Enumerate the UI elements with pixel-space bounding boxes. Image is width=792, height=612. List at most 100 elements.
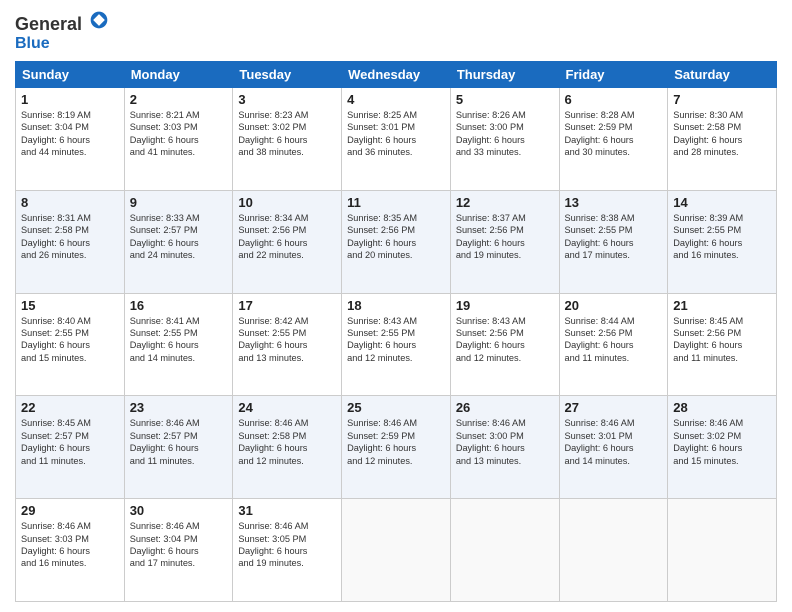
week-row-1: 1 Sunrise: 8:19 AMSunset: 3:04 PMDaylight… [16,88,777,191]
logo-blue: Blue [15,35,50,52]
day-number: 31 [238,503,336,518]
week-row-2: 8 Sunrise: 8:31 AMSunset: 2:58 PMDaylight… [16,190,777,293]
day-cell: 6 Sunrise: 8:28 AMSunset: 2:59 PMDaylight… [559,88,668,191]
day-content: Sunrise: 8:21 AMSunset: 3:03 PMDaylight:… [130,109,228,159]
page: General Blue SundayMondayTuesdayWednesda… [0,0,792,612]
day-content: Sunrise: 8:28 AMSunset: 2:59 PMDaylight:… [565,109,663,159]
day-content: Sunrise: 8:44 AMSunset: 2:56 PMDaylight:… [565,315,663,365]
day-content: Sunrise: 8:46 AMSunset: 3:05 PMDaylight:… [238,520,336,570]
day-cell: 23Sunrise: 8:46 AMSunset: 2:57 PMDayligh… [124,396,233,499]
day-header-saturday: Saturday [668,62,777,88]
day-cell: 5Sunrise: 8:26 AMSunset: 3:00 PMDaylight… [450,88,559,191]
calendar-table: SundayMondayTuesdayWednesdayThursdayFrid… [15,61,777,602]
day-cell: 27 Sunrise: 8:46 AMSunset: 3:01 PMDayligh… [559,396,668,499]
logo: General Blue [15,10,109,53]
day-content: Sunrise: 8:46 AMSunset: 3:01 PMDaylight:… [565,417,663,467]
day-cell [342,499,451,602]
day-number: 16 [130,298,228,313]
day-number: 27 [565,400,663,415]
day-header-friday: Friday [559,62,668,88]
day-content: Sunrise: 8:43 AMSunset: 2:56 PMDaylight:… [456,315,554,365]
day-number: 1 [21,92,119,107]
day-number: 22 [21,400,119,415]
day-cell: 8 Sunrise: 8:31 AMSunset: 2:58 PMDaylight… [16,190,125,293]
week-row-5: 29 Sunrise: 8:46 AMSunset: 3:03 PMDayligh… [16,499,777,602]
day-cell: 9 Sunrise: 8:33 AMSunset: 2:57 PMDaylight… [124,190,233,293]
day-content: Sunrise: 8:46 AMSunset: 2:58 PMDaylight:… [238,417,336,467]
logo-general: General [15,10,109,35]
day-cell: 12Sunrise: 8:37 AMSunset: 2:56 PMDayligh… [450,190,559,293]
day-cell: 17Sunrise: 8:42 AMSunset: 2:55 PMDayligh… [233,293,342,396]
day-number: 2 [130,92,228,107]
day-number: 10 [238,195,336,210]
day-cell: 30 Sunrise: 8:46 AMSunset: 3:04 PMDayligh… [124,499,233,602]
day-cell: 21 Sunrise: 8:45 AMSunset: 2:56 PMDayligh… [668,293,777,396]
day-number: 26 [456,400,554,415]
day-number: 6 [565,92,663,107]
day-number: 19 [456,298,554,313]
day-cell: 3 Sunrise: 8:23 AMSunset: 3:02 PMDaylight… [233,88,342,191]
day-number: 21 [673,298,771,313]
day-cell: 11 Sunrise: 8:35 AMSunset: 2:56 PMDayligh… [342,190,451,293]
day-number: 4 [347,92,445,107]
day-cell: 28Sunrise: 8:46 AMSunset: 3:02 PMDayligh… [668,396,777,499]
day-cell: 16 Sunrise: 8:41 AMSunset: 2:55 PMDayligh… [124,293,233,396]
day-content: Sunrise: 8:46 AMSunset: 3:04 PMDaylight:… [130,520,228,570]
day-cell: 4 Sunrise: 8:25 AMSunset: 3:01 PMDaylight… [342,88,451,191]
day-content: Sunrise: 8:46 AMSunset: 2:57 PMDaylight:… [130,417,228,467]
day-content: Sunrise: 8:46 AMSunset: 3:00 PMDaylight:… [456,417,554,467]
day-cell: 29 Sunrise: 8:46 AMSunset: 3:03 PMDayligh… [16,499,125,602]
day-cell: 31 Sunrise: 8:46 AMSunset: 3:05 PMDayligh… [233,499,342,602]
day-cell: 7 Sunrise: 8:30 AMSunset: 2:58 PMDaylight… [668,88,777,191]
day-header-monday: Monday [124,62,233,88]
day-number: 15 [21,298,119,313]
day-number: 11 [347,195,445,210]
day-content: Sunrise: 8:41 AMSunset: 2:55 PMDaylight:… [130,315,228,365]
day-number: 8 [21,195,119,210]
day-content: Sunrise: 8:46 AMSunset: 2:59 PMDaylight:… [347,417,445,467]
day-content: Sunrise: 8:40 AMSunset: 2:55 PMDaylight:… [21,315,119,365]
day-number: 17 [238,298,336,313]
day-content: Sunrise: 8:45 AMSunset: 2:57 PMDaylight:… [21,417,119,467]
day-header-thursday: Thursday [450,62,559,88]
day-content: Sunrise: 8:30 AMSunset: 2:58 PMDaylight:… [673,109,771,159]
day-cell: 18 Sunrise: 8:43 AMSunset: 2:55 PMDayligh… [342,293,451,396]
day-content: Sunrise: 8:33 AMSunset: 2:57 PMDaylight:… [130,212,228,262]
day-content: Sunrise: 8:46 AMSunset: 3:03 PMDaylight:… [21,520,119,570]
day-content: Sunrise: 8:39 AMSunset: 2:55 PMDaylight:… [673,212,771,262]
week-row-4: 22 Sunrise: 8:45 AMSunset: 2:57 PMDayligh… [16,396,777,499]
day-number: 29 [21,503,119,518]
day-number: 7 [673,92,771,107]
day-number: 12 [456,195,554,210]
day-cell: 22 Sunrise: 8:45 AMSunset: 2:57 PMDayligh… [16,396,125,499]
day-header-sunday: Sunday [16,62,125,88]
day-content: Sunrise: 8:19 AMSunset: 3:04 PMDaylight:… [21,109,119,159]
week-row-3: 15 Sunrise: 8:40 AMSunset: 2:55 PMDayligh… [16,293,777,396]
calendar-body: 1 Sunrise: 8:19 AMSunset: 3:04 PMDaylight… [16,88,777,602]
day-number: 14 [673,195,771,210]
day-cell: 14 Sunrise: 8:39 AMSunset: 2:55 PMDayligh… [668,190,777,293]
day-content: Sunrise: 8:45 AMSunset: 2:56 PMDaylight:… [673,315,771,365]
day-number: 3 [238,92,336,107]
day-content: Sunrise: 8:31 AMSunset: 2:58 PMDaylight:… [21,212,119,262]
day-number: 28 [673,400,771,415]
day-content: Sunrise: 8:25 AMSunset: 3:01 PMDaylight:… [347,109,445,159]
calendar-header-row: SundayMondayTuesdayWednesdayThursdayFrid… [16,62,777,88]
day-number: 30 [130,503,228,518]
day-content: Sunrise: 8:35 AMSunset: 2:56 PMDaylight:… [347,212,445,262]
day-cell: 26 Sunrise: 8:46 AMSunset: 3:00 PMDayligh… [450,396,559,499]
day-number: 13 [565,195,663,210]
day-number: 9 [130,195,228,210]
day-cell [450,499,559,602]
day-number: 25 [347,400,445,415]
day-cell: 1 Sunrise: 8:19 AMSunset: 3:04 PMDaylight… [16,88,125,191]
day-cell: 15 Sunrise: 8:40 AMSunset: 2:55 PMDayligh… [16,293,125,396]
day-number: 24 [238,400,336,415]
day-header-tuesday: Tuesday [233,62,342,88]
day-content: Sunrise: 8:23 AMSunset: 3:02 PMDaylight:… [238,109,336,159]
day-header-wednesday: Wednesday [342,62,451,88]
day-content: Sunrise: 8:43 AMSunset: 2:55 PMDaylight:… [347,315,445,365]
day-number: 18 [347,298,445,313]
day-cell: 10Sunrise: 8:34 AMSunset: 2:56 PMDayligh… [233,190,342,293]
day-cell: 13Sunrise: 8:38 AMSunset: 2:55 PMDayligh… [559,190,668,293]
